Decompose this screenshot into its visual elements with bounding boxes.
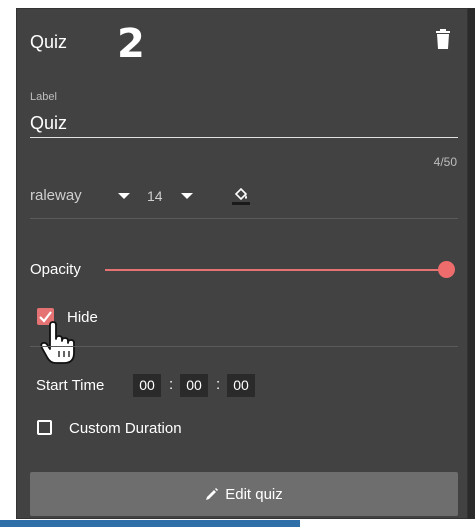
edit-quiz-button[interactable]: Edit quiz [30, 472, 458, 516]
custom-duration-label: Custom Duration [69, 420, 182, 437]
divider [30, 346, 458, 347]
opacity-label: Opacity [30, 261, 81, 278]
divider [30, 218, 458, 219]
edit-quiz-label: Edit quiz [225, 485, 283, 503]
character-counter: 4/50 [433, 155, 457, 169]
chevron-down-icon[interactable] [181, 193, 193, 199]
opacity-slider-thumb[interactable] [438, 261, 455, 278]
time-separator: : [216, 376, 221, 393]
chevron-down-icon[interactable] [118, 193, 130, 199]
start-time-label: Start Time [36, 377, 105, 394]
fill-color-icon[interactable] [232, 184, 250, 206]
quiz-properties-panel: Quiz 2 Label 4/50 raleway 14 Opacity Hid… [16, 8, 468, 519]
time-separator: : [169, 376, 174, 393]
bottom-blue-strip [0, 520, 300, 527]
trash-icon[interactable] [435, 29, 451, 49]
hand-pointer-cursor-icon [40, 321, 75, 364]
pencil-icon [206, 488, 219, 500]
start-time-minutes-input[interactable]: 00 [180, 374, 208, 397]
start-time-hours-input[interactable]: 00 [133, 374, 161, 397]
panel-title: Quiz [30, 32, 68, 52]
custom-duration-checkbox[interactable] [37, 420, 52, 435]
label-caption: Label [30, 91, 57, 103]
font-family-select[interactable]: raleway [30, 187, 82, 204]
start-time-seconds-input[interactable]: 00 [227, 374, 255, 397]
font-size-select[interactable]: 14 [147, 188, 163, 204]
label-input[interactable] [30, 109, 458, 138]
panel-right-edge [468, 8, 475, 519]
opacity-slider-track[interactable] [105, 269, 447, 271]
step-annotation-number: 2 [117, 21, 145, 67]
